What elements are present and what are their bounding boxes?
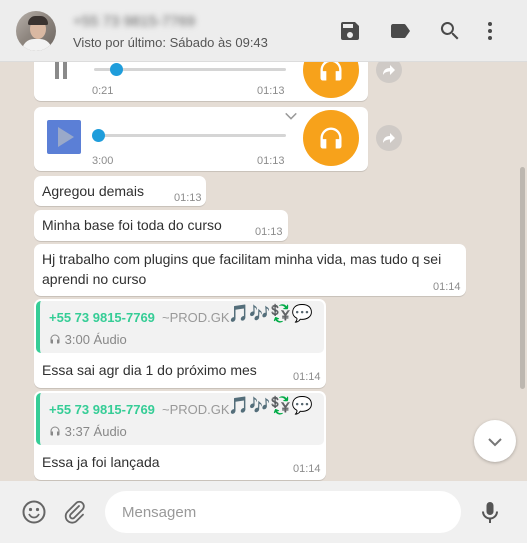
quoted-sender: +55 73 9815-7769 bbox=[49, 310, 155, 325]
message-time: 01:14 bbox=[293, 463, 321, 475]
text-message: Agregou demais 01:13 bbox=[34, 176, 206, 206]
message-time: 01:14 bbox=[433, 281, 461, 293]
audio-file-thumbnail[interactable] bbox=[47, 120, 81, 154]
quoted-alias: ~PROD.GK bbox=[162, 402, 230, 417]
quoted-message[interactable]: +55 73 9815-7769 ~PROD.GK 🎵🎶💱💬 3:00 Áudi… bbox=[36, 301, 324, 353]
message-time: 01:13 bbox=[257, 155, 285, 167]
quoted-emoji: 🎵🎶💱💬 bbox=[228, 396, 313, 415]
save-icon[interactable] bbox=[338, 19, 362, 43]
headset-icon bbox=[303, 110, 359, 166]
headset-icon bbox=[50, 334, 60, 344]
quoted-emoji: 🎵🎶💱💬 bbox=[228, 304, 313, 323]
scroll-down-button[interactable] bbox=[474, 420, 516, 462]
quoted-audio: 3:37 Áudio bbox=[49, 424, 127, 439]
message-text: Essa sai agr dia 1 do próximo mes bbox=[42, 362, 257, 378]
chevron-down-icon[interactable] bbox=[284, 109, 298, 123]
quoted-message[interactable]: +55 73 9815-7769 ~PROD.GK 🎵🎶💱💬 3:37 Áudi… bbox=[36, 393, 324, 445]
audio-progress-knob[interactable] bbox=[110, 63, 123, 76]
quoted-audio-label: 3:00 Áudio bbox=[64, 332, 127, 347]
reply-message: +55 73 9815-7769 ~PROD.GK 🎵🎶💱💬 3:37 Áudi… bbox=[34, 391, 326, 480]
play-icon[interactable] bbox=[47, 120, 81, 154]
compose-bar bbox=[0, 481, 527, 543]
last-seen-status: Visto por último: Sábado às 09:43 bbox=[73, 35, 268, 50]
label-icon[interactable] bbox=[388, 19, 412, 43]
text-message: Minha base foi toda do curso 01:13 bbox=[34, 210, 288, 241]
message-text-line-1: Hj trabalho com plugins que facilitam mi… bbox=[42, 251, 442, 267]
message-text: Minha base foi toda do curso bbox=[42, 217, 222, 233]
search-icon[interactable] bbox=[438, 19, 462, 43]
quoted-audio: 3:00 Áudio bbox=[49, 332, 127, 347]
quoted-sender: +55 73 9815-7769 bbox=[49, 402, 155, 417]
emoji-icon[interactable] bbox=[21, 499, 47, 525]
menu-icon[interactable] bbox=[478, 19, 502, 43]
audio-duration: 3:00 bbox=[92, 155, 114, 167]
contact-avatar[interactable] bbox=[16, 11, 56, 51]
attach-icon[interactable] bbox=[62, 499, 88, 525]
pause-icon[interactable] bbox=[53, 62, 69, 79]
audio-progress-knob[interactable] bbox=[92, 129, 105, 142]
microphone-icon[interactable] bbox=[477, 499, 503, 525]
message-text: Essa ja foi lançada bbox=[42, 454, 160, 470]
message-text: Agregou demais bbox=[42, 183, 144, 199]
quoted-alias: ~PROD.GK bbox=[162, 310, 230, 325]
quoted-audio-label: 3:37 Áudio bbox=[64, 424, 127, 439]
message-time: 01:13 bbox=[255, 226, 283, 238]
forward-icon[interactable] bbox=[376, 125, 402, 151]
reply-message: +55 73 9815-7769 ~PROD.GK 🎵🎶💱💬 3:00 Áudi… bbox=[34, 299, 326, 388]
chat-scrollbar[interactable] bbox=[520, 167, 525, 389]
chat-panel: 0:21 01:13 3:00 01:13 Agregou demais 01:… bbox=[0, 62, 527, 481]
message-text-line-2: aprendi no curso bbox=[42, 271, 147, 287]
avatar-hair bbox=[28, 16, 48, 25]
chat-header: +55 73 9815-7769 Visto por último: Sábad… bbox=[0, 0, 527, 62]
message-time: 01:14 bbox=[293, 371, 321, 383]
headset-icon bbox=[50, 426, 60, 436]
audio-elapsed: 0:21 bbox=[92, 85, 114, 97]
forward-icon[interactable] bbox=[376, 62, 402, 83]
message-time: 01:13 bbox=[174, 192, 202, 204]
message-input[interactable] bbox=[105, 491, 461, 533]
contact-name[interactable]: +55 73 9815-7769 bbox=[73, 13, 213, 30]
audio-progress-track[interactable] bbox=[99, 134, 286, 137]
avatar-shirt bbox=[22, 39, 52, 51]
message-time: 01:13 bbox=[257, 85, 285, 97]
text-message: Hj trabalho com plugins que facilitam mi… bbox=[34, 244, 466, 296]
chevron-down-icon bbox=[488, 438, 502, 447]
